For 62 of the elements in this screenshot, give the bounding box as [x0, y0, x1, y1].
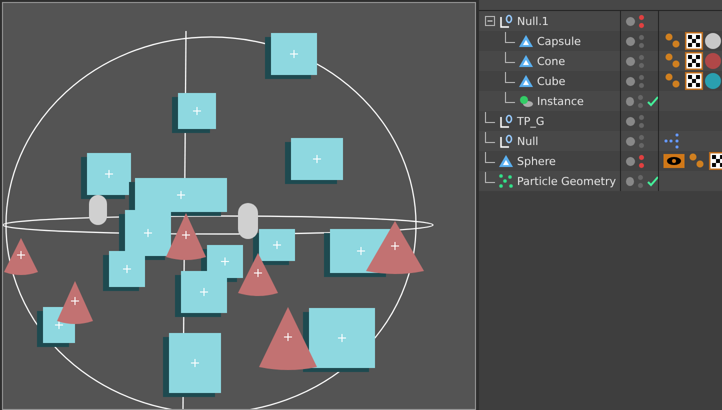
- object-name: Cone: [537, 54, 566, 68]
- visibility-dots-icon[interactable]: [639, 54, 644, 68]
- object-row[interactable]: Particle Geometry: [479, 171, 722, 191]
- checker-tag-icon[interactable]: [709, 152, 722, 170]
- tree-branch-icon: [505, 92, 515, 102]
- object-name: Sphere: [517, 154, 556, 168]
- null-object-icon: [498, 133, 514, 149]
- tree-branch-icon: [505, 52, 515, 62]
- particles-icon: [498, 173, 514, 189]
- object-row[interactable]: TP_G: [479, 111, 722, 131]
- layer-dot-icon: [626, 76, 635, 86]
- object-row[interactable]: Sphere: [479, 151, 722, 171]
- instance-object-icon: [518, 93, 534, 109]
- visibility-dots-icon[interactable]: [638, 174, 644, 188]
- collapse-icon[interactable]: [485, 16, 495, 26]
- visibility-dots-icon[interactable]: [639, 14, 644, 28]
- tree-branch-icon: [485, 132, 495, 142]
- triangle-object-icon: [518, 33, 534, 49]
- triangle-object-icon: [518, 53, 534, 69]
- tree-branch-icon: [485, 152, 495, 162]
- object-row[interactable]: Cone: [479, 51, 722, 71]
- object-row[interactable]: Null.1: [479, 11, 722, 31]
- object-row[interactable]: Cube: [479, 71, 722, 91]
- material-ball-icon[interactable]: [705, 33, 721, 49]
- eye-tag-icon[interactable]: [663, 153, 685, 169]
- checkmark-icon[interactable]: [647, 95, 658, 107]
- triangle-object-icon: [518, 73, 534, 89]
- layer-dot-icon: [626, 16, 635, 26]
- object-name: Null: [517, 134, 538, 148]
- visibility-dots-icon[interactable]: [639, 154, 644, 168]
- visibility-dots-icon[interactable]: [638, 94, 644, 108]
- object-name: Null.1: [517, 14, 549, 28]
- object-row[interactable]: Capsule: [479, 31, 722, 51]
- object-row[interactable]: Null: [479, 131, 722, 151]
- visibility-dots-icon[interactable]: [639, 134, 644, 148]
- layer-dot-icon: [626, 156, 635, 166]
- checker-tag-icon[interactable]: [685, 32, 703, 50]
- layer-dot-icon: [626, 116, 635, 126]
- tree-branch-icon: [505, 72, 515, 82]
- visibility-dots-icon[interactable]: [639, 114, 644, 128]
- layer-dot-icon: [626, 36, 635, 46]
- object-name: Instance: [537, 94, 584, 108]
- layer-dot-icon: [626, 136, 635, 146]
- layer-dot-icon: [626, 96, 634, 106]
- object-name: Cube: [537, 74, 566, 88]
- object-row[interactable]: Instance: [479, 91, 722, 111]
- object-name: Particle Geometry: [517, 174, 616, 188]
- object-name: Capsule: [537, 34, 581, 48]
- checker-tag-icon[interactable]: [685, 72, 703, 90]
- triangle-object-icon: [498, 153, 514, 169]
- checkmark-icon[interactable]: [647, 175, 658, 187]
- layer-dot-icon: [626, 176, 634, 186]
- tree-branch-icon: [485, 112, 495, 122]
- tree-branch-icon: [505, 32, 515, 42]
- layer-dot-icon: [626, 56, 635, 66]
- object-name: TP_G: [517, 114, 544, 128]
- visibility-dots-icon[interactable]: [639, 34, 644, 48]
- null-object-icon: [498, 113, 514, 129]
- visibility-dots-icon[interactable]: [639, 74, 644, 88]
- tree-branch-icon: [485, 172, 495, 182]
- null-object-icon: [498, 13, 514, 29]
- checker-tag-icon[interactable]: [685, 52, 703, 70]
